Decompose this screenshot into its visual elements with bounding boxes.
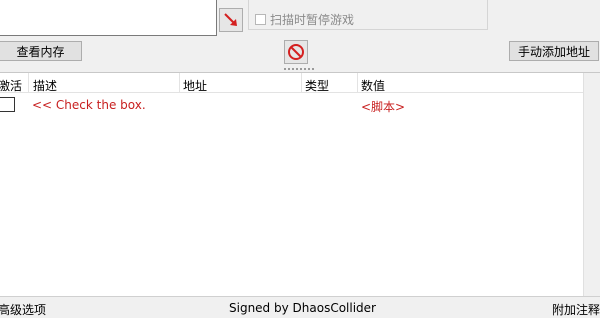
advanced-options-link[interactable]: 高级选项 (0, 301, 46, 318)
manual-add-address-button[interactable]: 手动添加地址 (509, 41, 599, 61)
view-memory-button[interactable]: 查看内存 (0, 41, 82, 61)
header-address[interactable]: 地址 (183, 77, 207, 94)
top-panel: 扫描时暂停游戏 查看内存 手动添加地址 (0, 0, 600, 71)
pause-game-label: 扫描时暂停游戏 (270, 13, 355, 27)
status-bar: 高级选项 Signed by DhaosCollider 附加注释 (0, 296, 600, 318)
pause-game-option: 扫描时暂停游戏 (255, 11, 354, 28)
add-selected-to-list-button[interactable] (219, 8, 243, 32)
header-description[interactable]: 描述 (33, 77, 57, 94)
no-entry-icon (288, 44, 304, 60)
header-active[interactable]: 激活 (0, 77, 22, 94)
scan-results-list[interactable] (0, 0, 217, 36)
clear-list-button[interactable] (284, 40, 308, 64)
signature-text: Signed by DhaosCollider (229, 301, 376, 315)
vertical-scrollbar[interactable] (583, 73, 600, 297)
table-extras-link[interactable]: 附加注释 (552, 301, 600, 318)
table-row[interactable]: << Check the box. <脚本> (0, 95, 584, 114)
header-type[interactable]: 类型 (305, 77, 329, 94)
cheat-table: 激活 描述 地址 类型 数值 << Check the box. <脚本> (0, 72, 600, 297)
row-value: <脚本> (361, 100, 406, 114)
row-description: << Check the box. (32, 98, 146, 112)
header-value[interactable]: 数值 (361, 77, 385, 94)
pause-game-checkbox[interactable] (255, 14, 266, 25)
splitter-handle[interactable] (284, 67, 314, 71)
red-arrow-icon (224, 13, 237, 26)
active-checkbox[interactable] (0, 97, 15, 112)
table-header: 激活 描述 地址 类型 数值 (0, 73, 584, 93)
